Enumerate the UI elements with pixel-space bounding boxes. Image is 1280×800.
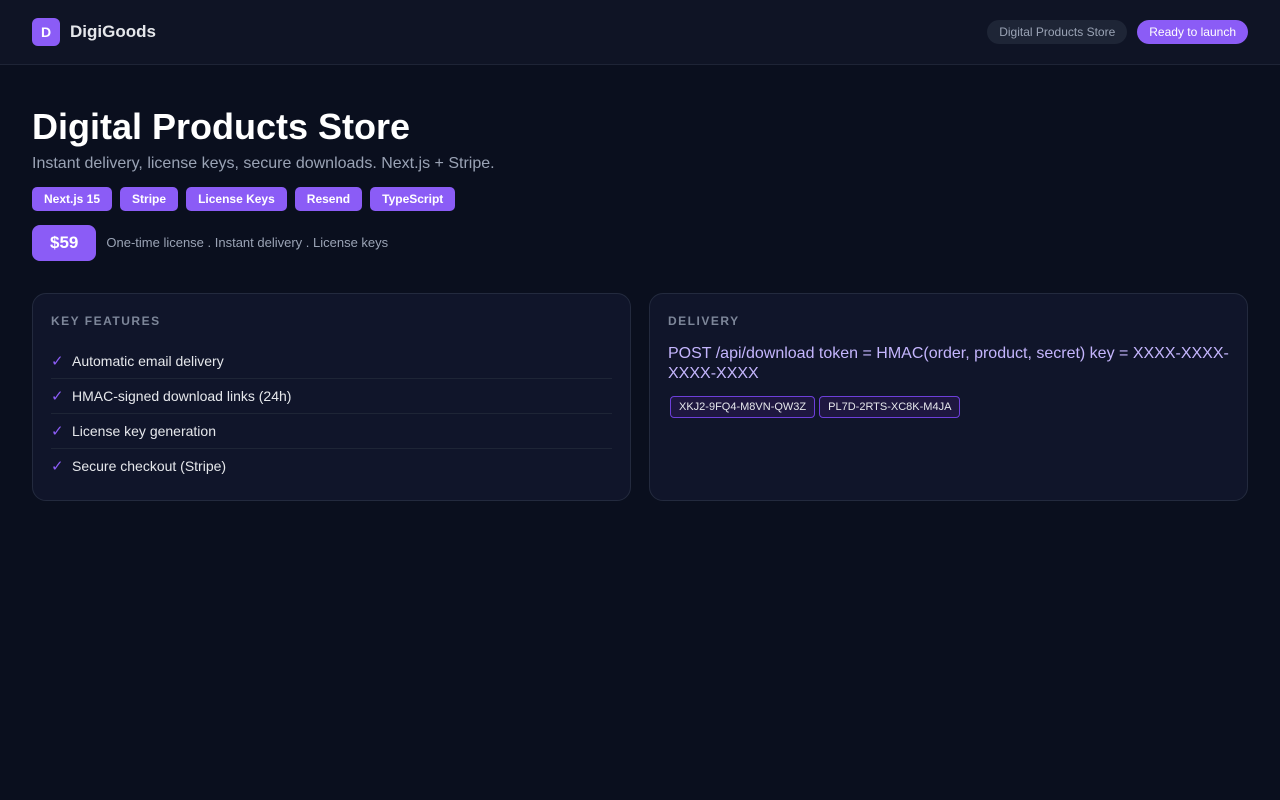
main-content: Digital Products Store Instant delivery,… xyxy=(0,65,1280,501)
price-note: One-time license . Instant delivery . Li… xyxy=(106,235,389,251)
tag-stripe: Stripe xyxy=(120,186,179,211)
tag-resend: Resend xyxy=(294,186,363,211)
license-key-chip[interactable]: PL7D-2RTS-XC8K-M4JA xyxy=(819,395,961,418)
brand[interactable]: D DigiGoods xyxy=(32,18,156,46)
feature-label: Secure checkout (Stripe) xyxy=(72,457,227,474)
feature-label: Automatic email delivery xyxy=(72,352,224,369)
features-card: KEY FEATURES ✓ Automatic email delivery … xyxy=(32,292,631,501)
delivery-description: POST /api/download token = HMAC(order, p… xyxy=(668,344,1229,382)
logo-icon: D xyxy=(32,18,60,46)
page-title: Digital Products Store xyxy=(32,106,411,147)
tag-license-keys: License Keys xyxy=(186,186,287,211)
feature-list: ✓ Automatic email delivery ✓ HMAC-signed… xyxy=(51,344,612,483)
features-heading: KEY FEATURES xyxy=(51,313,161,328)
feature-label: License key generation xyxy=(72,422,216,439)
status-badge[interactable]: Ready to launch xyxy=(1137,20,1248,44)
tech-tags: Next.js 15 Stripe License Keys Resend Ty… xyxy=(32,186,1248,211)
check-icon: ✓ xyxy=(51,457,64,475)
check-icon: ✓ xyxy=(51,387,64,405)
check-icon: ✓ xyxy=(51,422,64,440)
delivery-heading: DELIVERY xyxy=(668,313,740,328)
header-actions: Digital Products Store Ready to launch xyxy=(987,20,1248,44)
feature-label: HMAC-signed download links (24h) xyxy=(72,387,292,404)
list-item: ✓ License key generation xyxy=(51,414,612,449)
license-key-chip[interactable]: XKJ2-9FQ4-M8VN-QW3Z xyxy=(670,395,816,418)
delivery-card: DELIVERY POST /api/download token = HMAC… xyxy=(649,292,1248,501)
tag-typescript: TypeScript xyxy=(370,186,456,211)
check-icon: ✓ xyxy=(51,352,64,370)
page-subtitle: Instant delivery, license keys, secure d… xyxy=(32,154,495,172)
price-badge[interactable]: $59 xyxy=(32,224,97,261)
tag-nextjs: Next.js 15 xyxy=(32,186,113,211)
list-item: ✓ Secure checkout (Stripe) xyxy=(51,449,612,483)
top-bar: D DigiGoods Digital Products Store Ready… xyxy=(0,0,1280,65)
price-row: $59 One-time license . Instant delivery … xyxy=(32,224,1248,261)
store-pill[interactable]: Digital Products Store xyxy=(987,20,1128,44)
license-key-list: XKJ2-9FQ4-M8VN-QW3Z PL7D-2RTS-XC8K-M4JA xyxy=(668,395,1229,418)
info-cards: KEY FEATURES ✓ Automatic email delivery … xyxy=(32,292,1248,501)
list-item: ✓ HMAC-signed download links (24h) xyxy=(51,379,612,414)
brand-name: DigiGoods xyxy=(70,22,156,41)
list-item: ✓ Automatic email delivery xyxy=(51,344,612,379)
